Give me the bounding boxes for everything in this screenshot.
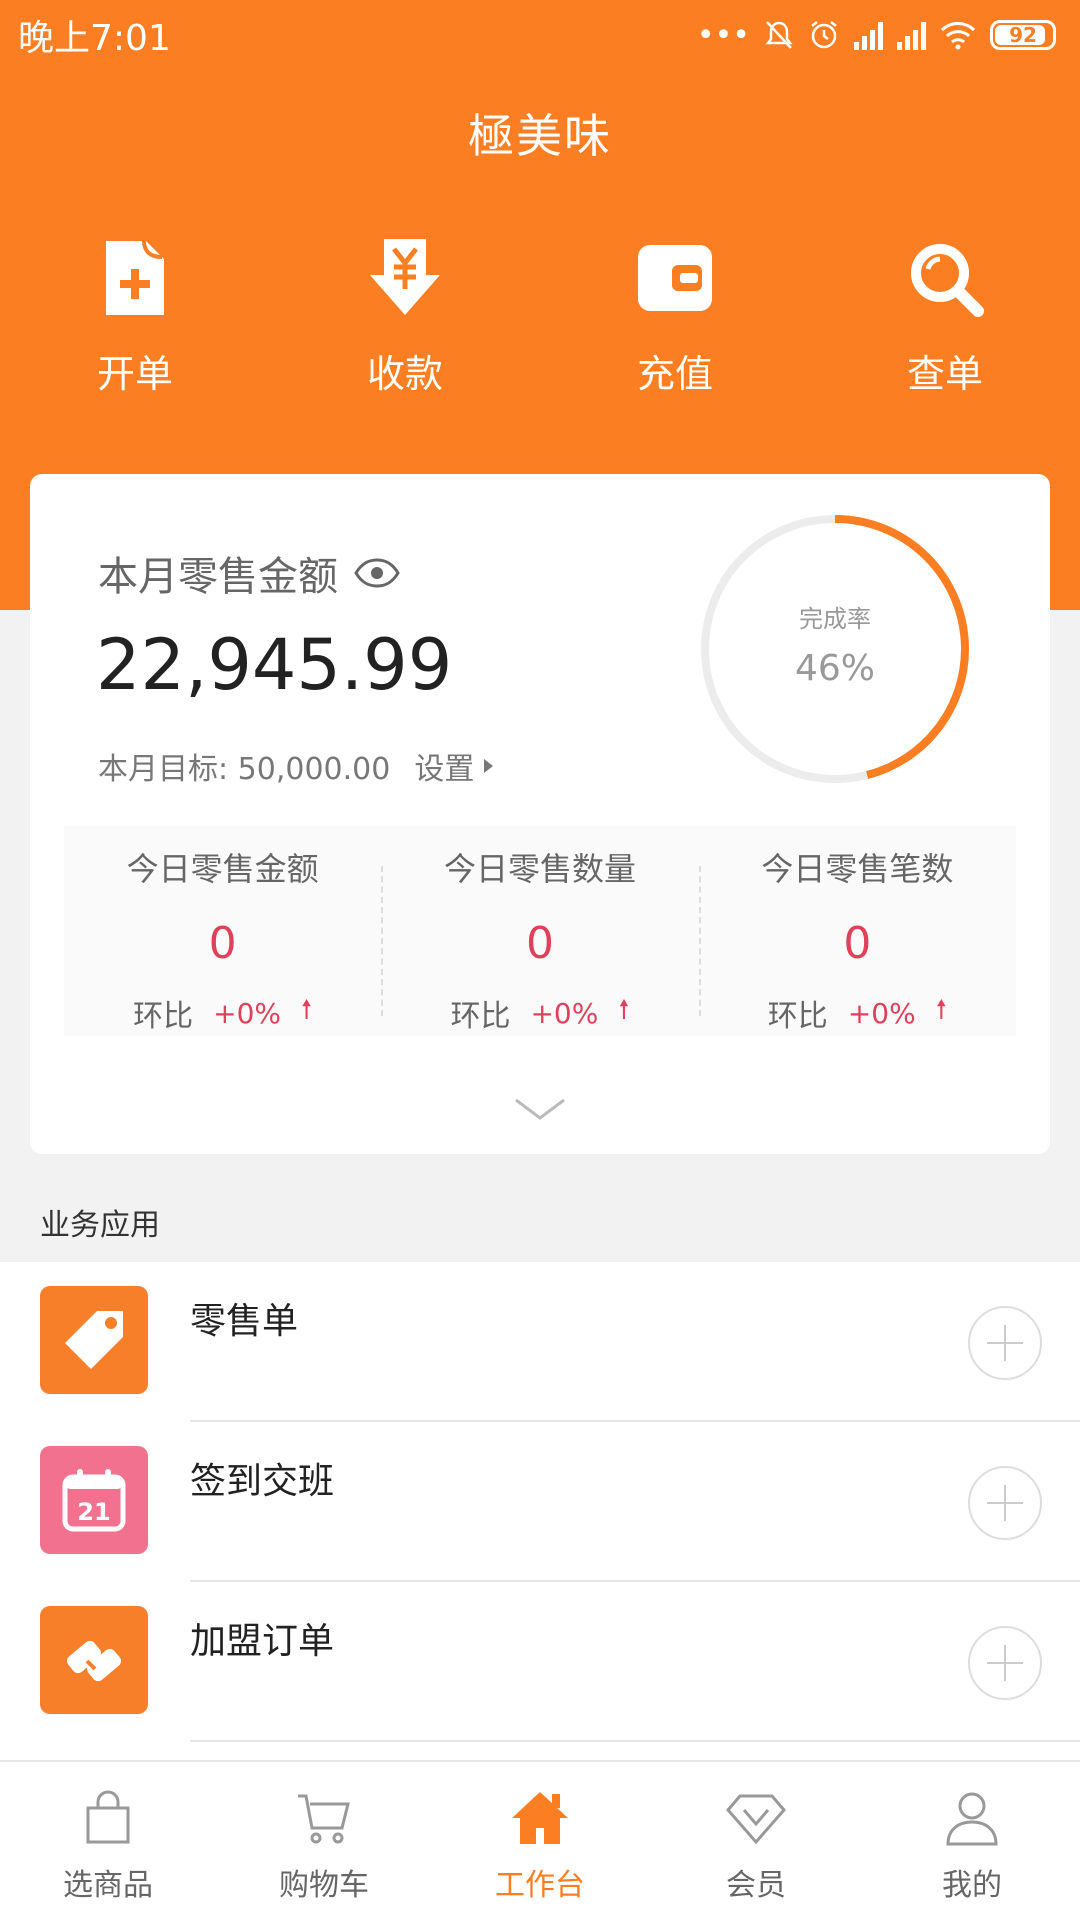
month-target-text: 本月目标: 50,000.00 xyxy=(98,752,391,787)
handshake-icon xyxy=(67,1640,121,1682)
month-target: 本月目标: 50,000.00 设置 xyxy=(98,744,494,788)
user-icon xyxy=(946,1792,998,1846)
add-button[interactable] xyxy=(968,1466,1042,1540)
wifi-icon xyxy=(940,22,976,50)
nav-label: 会员 xyxy=(726,1868,786,1903)
ratio-label: 环比 xyxy=(133,999,194,1034)
app-title: 極美味 xyxy=(468,109,612,163)
bell-muted-icon xyxy=(765,21,793,49)
price-tag-icon xyxy=(65,1311,123,1369)
chevron-down-icon[interactable] xyxy=(512,1094,568,1124)
app-item-retail-order[interactable]: 零售单 xyxy=(0,1262,1080,1422)
set-target-link[interactable]: 设置 xyxy=(414,744,494,788)
quick-action-label: 开单 xyxy=(96,352,173,396)
app-name: 加盟订单 xyxy=(190,1621,335,1662)
sales-summary-card: 本月零售金额 22,945.99 本月目标: 50,000.00 设置 完成率 … xyxy=(30,474,1050,1154)
set-target-label: 设置 xyxy=(414,752,475,787)
add-button[interactable] xyxy=(968,1306,1042,1380)
today-stat-title: 今日零售数量 xyxy=(443,850,636,888)
add-button[interactable] xyxy=(968,1626,1042,1700)
eye-icon[interactable] xyxy=(354,558,400,588)
completion-rate-label: 完成率 xyxy=(799,605,871,633)
status-icons: ••• 92 xyxy=(697,18,1056,53)
plus-icon xyxy=(987,1325,1023,1361)
quick-action-receive[interactable]: 收款 xyxy=(305,235,505,398)
yuan-receive-icon xyxy=(370,239,440,315)
plus-icon xyxy=(987,1485,1023,1521)
quick-action-label: 收款 xyxy=(366,352,443,396)
arrow-up-icon: 🠕 xyxy=(301,995,313,1025)
quick-action-label: 查单 xyxy=(906,352,983,396)
today-sales-count: 今日零售笔数 0 环比 +0% 🠕 xyxy=(698,826,1016,1036)
today-stats: 今日零售金额 0 环比 +0% 🠕 今日零售数量 0 环比 +0% 🠕 今日零售… xyxy=(64,826,1016,1036)
month-sales-amount: 22,945.99 xyxy=(96,624,453,706)
quick-action-new-order[interactable]: 开单 xyxy=(35,235,235,398)
calendar-icon: 21 xyxy=(62,1469,126,1532)
status-time: 晚上7:01 xyxy=(18,18,171,59)
completion-rate-value: 46% xyxy=(794,648,875,689)
month-sales-label-text: 本月零售金额 xyxy=(98,554,338,600)
ratio-value: +0% xyxy=(847,996,916,1030)
signal-icon xyxy=(854,20,883,50)
nav-item-mine[interactable]: 我的 xyxy=(864,1762,1080,1920)
battery-level: 92 xyxy=(1009,23,1037,47)
today-stat-value: 0 xyxy=(525,918,554,969)
quick-action-query[interactable]: 查单 xyxy=(845,235,1045,398)
ratio-value: +0% xyxy=(530,996,599,1030)
today-stat-value: 0 xyxy=(208,918,237,969)
nav-label: 购物车 xyxy=(279,1868,369,1903)
nav-label: 工作台 xyxy=(495,1868,585,1903)
quick-action-recharge[interactable]: 充值 xyxy=(575,235,775,398)
more-dots-icon: ••• xyxy=(696,17,750,53)
search-icon xyxy=(911,244,984,317)
bottom-nav: 选商品 购物车 工作台 会员 我的 xyxy=(0,1760,1080,1920)
app-item-check-in-shift[interactable]: 21 签到交班 xyxy=(0,1422,1080,1582)
app-name: 零售单 xyxy=(190,1301,299,1342)
quick-action-label: 充值 xyxy=(636,352,713,396)
shopping-bag-icon xyxy=(86,1790,130,1844)
nav-item-workbench[interactable]: 工作台 xyxy=(432,1762,648,1920)
arrow-up-icon: 🠕 xyxy=(935,995,947,1025)
wallet-icon xyxy=(638,245,712,311)
app-item-franchise-order[interactable]: 加盟订单 xyxy=(0,1582,1080,1742)
status-bar: 晚上7:01 ••• 92 xyxy=(0,0,1080,70)
today-stat-title: 今日零售笔数 xyxy=(761,850,954,888)
new-order-icon xyxy=(106,240,164,315)
home-icon xyxy=(512,1792,568,1844)
today-stat-ratio: 环比 +0% 🠕 xyxy=(133,991,312,1035)
section-title-business-apps: 业务应用 xyxy=(40,1208,160,1243)
signal-icon-2 xyxy=(897,20,926,50)
today-sales-quantity: 今日零售数量 0 环比 +0% 🠕 xyxy=(381,826,698,1036)
today-stat-value: 0 xyxy=(843,918,872,969)
app-icon-box: 21 xyxy=(40,1446,148,1554)
ratio-label: 环比 xyxy=(767,999,828,1034)
nav-label: 我的 xyxy=(942,1868,1002,1903)
today-stat-title: 今日零售金额 xyxy=(126,850,319,888)
today-stat-ratio: 环比 +0% 🠕 xyxy=(768,991,947,1035)
nav-item-select-products[interactable]: 选商品 xyxy=(0,1762,216,1920)
nav-item-cart[interactable]: 购物车 xyxy=(216,1762,432,1920)
triangle-right-icon xyxy=(484,759,494,773)
divider xyxy=(190,1740,1080,1742)
today-stat-ratio: 环比 +0% 🠕 xyxy=(450,991,629,1035)
business-app-list: 零售单 21 签到交班 加盟订单 xyxy=(0,1262,1080,1762)
plus-icon xyxy=(987,1645,1023,1681)
completion-rate: 完成率 46% xyxy=(695,509,975,789)
month-sales-label: 本月零售金额 xyxy=(98,544,400,602)
calendar-day: 21 xyxy=(77,1498,110,1526)
diamond-icon xyxy=(726,1794,786,1845)
battery-icon: 92 xyxy=(990,20,1056,50)
cart-icon xyxy=(298,1794,350,1844)
nav-label: 选商品 xyxy=(63,1868,153,1903)
quick-actions: 开单 收款 充值 查单 xyxy=(0,235,1080,398)
app-icon-box xyxy=(40,1606,148,1714)
ratio-value: +0% xyxy=(213,996,282,1030)
ratio-label: 环比 xyxy=(450,999,511,1034)
app-name: 签到交班 xyxy=(190,1461,335,1502)
alarm-icon xyxy=(811,21,837,49)
app-icon-box xyxy=(40,1286,148,1394)
arrow-up-icon: 🠕 xyxy=(618,995,630,1025)
today-sales-amount: 今日零售金额 0 环比 +0% 🠕 xyxy=(64,826,381,1036)
nav-item-members[interactable]: 会员 xyxy=(648,1762,864,1920)
